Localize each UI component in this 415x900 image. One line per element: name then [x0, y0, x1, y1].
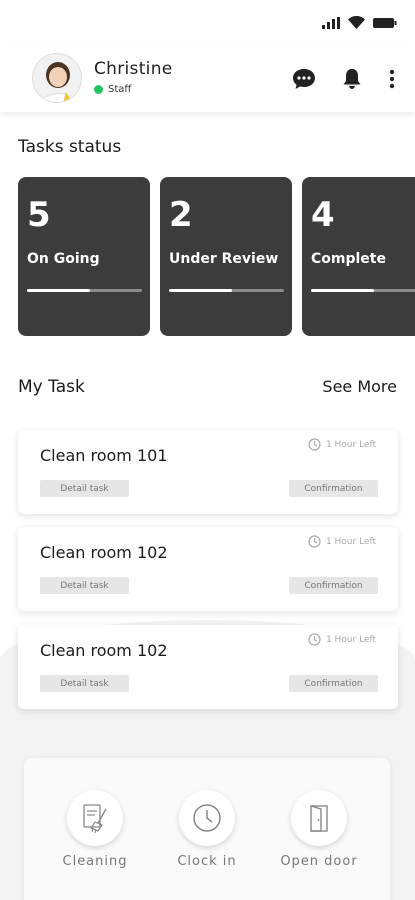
card-progress-track: [311, 289, 415, 292]
status-card-under-review[interactable]: 2 Under Review: [160, 177, 292, 336]
more-vertical-icon: [389, 69, 395, 89]
card-count: 5: [27, 195, 51, 235]
detail-task-button[interactable]: Detail task: [40, 675, 129, 692]
time-left-label: 1 Hour Left: [325, 439, 376, 450]
cleaning-icon: [83, 804, 107, 834]
time-left-label: 1 Hour Left: [325, 634, 376, 645]
user-name: Christine: [94, 59, 173, 79]
card-label: Under Review: [169, 251, 279, 267]
card-label: On Going: [27, 251, 100, 267]
chat-icon: [293, 69, 315, 89]
wifi-icon: [348, 16, 365, 29]
task-title: Clean room 102: [40, 641, 168, 660]
see-more-link[interactable]: See More: [322, 377, 397, 396]
card-count: 4: [311, 195, 335, 235]
card-progress-fill: [169, 289, 233, 292]
clock-icon: [308, 633, 321, 646]
clock-icon: [193, 804, 221, 832]
task-time-left: 1 Hour Left: [308, 535, 376, 548]
detail-task-button[interactable]: Detail task: [40, 577, 129, 594]
tasks-status-title: Tasks status: [18, 137, 122, 157]
card-progress-track: [27, 289, 142, 292]
task-title: Clean room 102: [40, 543, 168, 562]
task-time-left: 1 Hour Left: [308, 633, 376, 646]
confirmation-button[interactable]: Confirmation: [289, 675, 378, 692]
avatar[interactable]: [32, 53, 82, 103]
status-card-complete[interactable]: 4 Complete: [302, 177, 415, 336]
status-cards[interactable]: 5 On Going 2 Under Review 4 Complete: [18, 177, 415, 337]
notifications-button[interactable]: [339, 66, 365, 92]
role-label: Staff: [108, 84, 132, 95]
task-card[interactable]: Clean room 101 1 Hour Left Detail task C…: [18, 430, 398, 514]
task-title: Clean room 101: [40, 446, 168, 465]
card-count: 2: [169, 195, 193, 235]
chat-button[interactable]: [291, 66, 317, 92]
open-door-button[interactable]: [291, 790, 347, 846]
door-icon: [310, 805, 328, 832]
clock-in-action[interactable]: Clock in: [152, 790, 262, 869]
card-label: Complete: [311, 251, 386, 267]
header-actions: [291, 66, 397, 92]
quick-actions-panel: Cleaning Clock in Open door: [24, 758, 390, 900]
task-time-left: 1 Hour Left: [308, 438, 376, 451]
time-left-label: 1 Hour Left: [325, 536, 376, 547]
confirmation-button[interactable]: Confirmation: [289, 577, 378, 594]
action-label: Cleaning: [62, 854, 128, 869]
card-progress-track: [169, 289, 284, 292]
task-card[interactable]: Clean room 102 1 Hour Left Detail task C…: [18, 625, 398, 709]
profile-header: Christine Staff: [0, 44, 415, 112]
confirmation-button[interactable]: Confirmation: [289, 480, 378, 497]
status-bar: [0, 0, 415, 44]
action-label: Clock in: [177, 854, 237, 869]
status-icons: [322, 16, 397, 29]
card-progress-fill: [311, 289, 375, 292]
more-options-button[interactable]: [387, 66, 397, 92]
my-task-title: My Task: [18, 377, 85, 397]
clock-in-button[interactable]: [179, 790, 235, 846]
card-progress-fill: [27, 289, 91, 292]
action-label: Open door: [280, 854, 358, 869]
cleaning-action[interactable]: Cleaning: [40, 790, 150, 869]
clock-icon: [308, 535, 321, 548]
role-status: Staff: [94, 84, 131, 95]
clock-icon: [308, 438, 321, 451]
signal-icon: [322, 16, 340, 29]
bell-icon: [343, 69, 361, 89]
status-card-on-going[interactable]: 5 On Going: [18, 177, 150, 336]
battery-icon: [373, 17, 397, 28]
cleaning-button[interactable]: [67, 790, 123, 846]
open-door-action[interactable]: Open door: [264, 790, 374, 869]
online-status-icon: [94, 85, 103, 94]
detail-task-button[interactable]: Detail task: [40, 480, 129, 497]
task-card[interactable]: Clean room 102 1 Hour Left Detail task C…: [18, 527, 398, 611]
